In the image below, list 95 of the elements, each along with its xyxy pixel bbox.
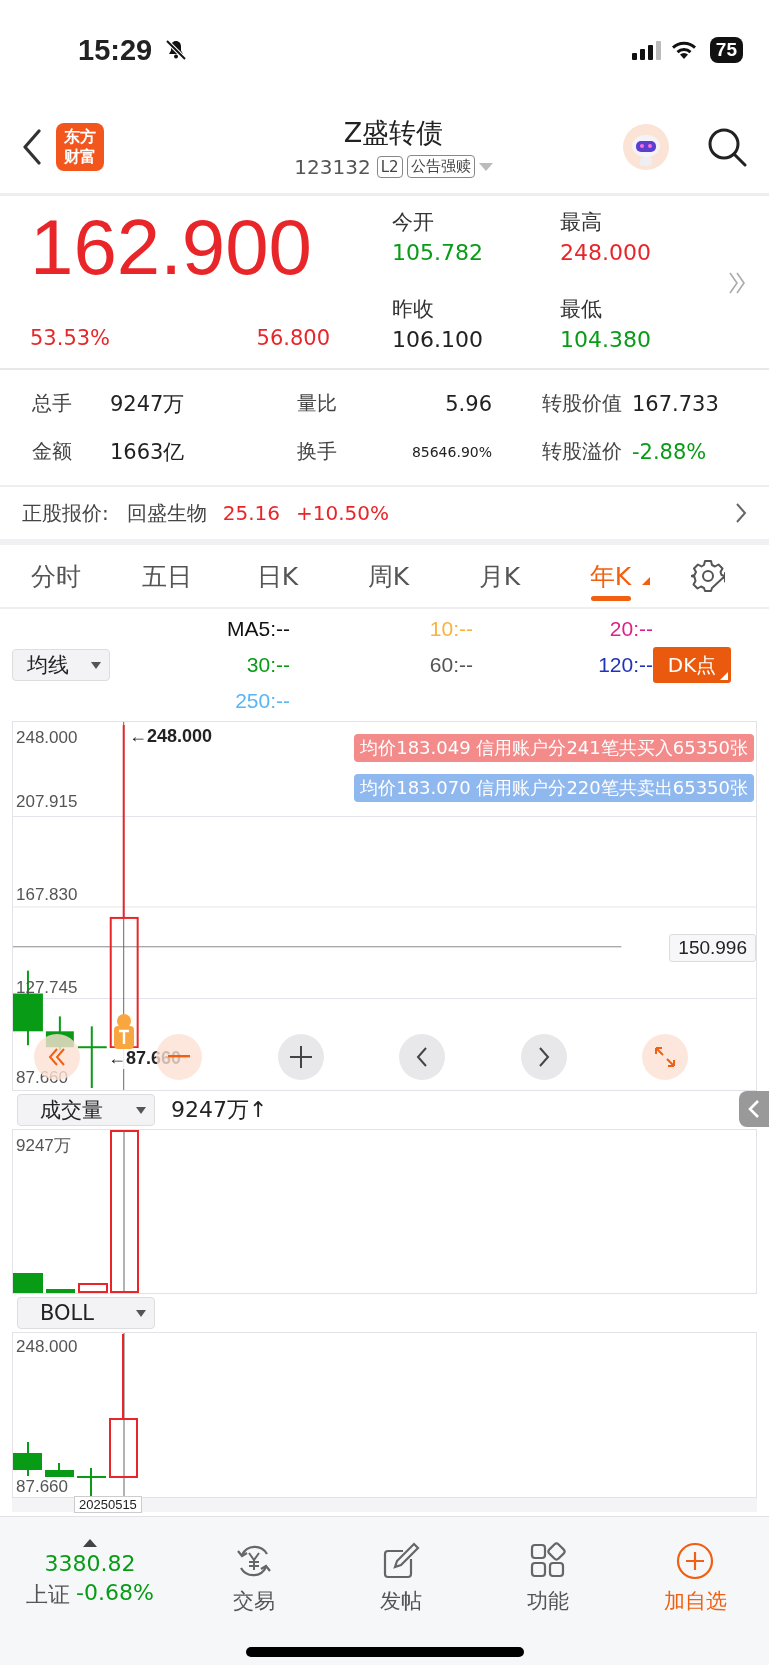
signal-icon: [631, 40, 662, 60]
bottom-nav-item[interactable]: 功能: [474, 1541, 622, 1615]
axis-label: 248.000: [16, 728, 78, 748]
ma-value: MA5:--: [226, 617, 290, 641]
caret-icon: [136, 1106, 146, 1114]
stat-label: 换手: [297, 438, 338, 465]
axis-label: 9247万: [16, 1135, 71, 1157]
caret-icon: [136, 1309, 146, 1317]
ma-value: 250:--: [234, 689, 290, 713]
date-label: 20250515: [74, 1496, 142, 1513]
bond-code: 123132: [294, 154, 371, 179]
field-label: 今开: [392, 209, 435, 236]
underlying-name: 回盛生物: [126, 499, 207, 527]
change-amount: 56.800: [256, 326, 330, 350]
stat-value: 5.96: [444, 391, 492, 416]
trade-banner: 均价183.049 信用账户分241笔共买入65350张: [354, 734, 754, 762]
tag: 公告强赎: [406, 155, 475, 178]
field-value: 248.000: [560, 240, 652, 265]
field-label: 最高: [560, 209, 603, 236]
index-value: 3380.82: [44, 1550, 136, 1576]
chevron-right-icon: [538, 1046, 550, 1068]
wifi-icon: [669, 40, 698, 60]
plus-icon: [290, 1046, 312, 1068]
indicator-dropdown[interactable]: BOLL: [17, 1297, 155, 1329]
zoom-in-button[interactable]: [278, 1034, 324, 1080]
underlying-label: 正股报价:: [22, 499, 109, 527]
period-tab[interactable]: 周K: [333, 545, 444, 607]
stat-label: 量比: [297, 390, 338, 417]
axis-label: 248.000: [16, 1337, 78, 1357]
stat-value: 9247万: [110, 390, 185, 418]
search-icon[interactable]: [707, 126, 747, 167]
ma-value: 30:--: [245, 653, 290, 677]
indicator-dropdown[interactable]: 均线: [12, 649, 110, 681]
stat-value: 1663亿: [110, 438, 185, 466]
ma-value: 120:--: [597, 653, 653, 677]
status-time: 15:29: [78, 33, 153, 67]
index-change: -0.68%: [76, 1579, 154, 1607]
field-value: 104.380: [560, 327, 652, 352]
period-tab[interactable]: 分时: [0, 545, 111, 607]
collapse-tab[interactable]: [739, 1091, 769, 1127]
battery-level: 75: [709, 37, 743, 63]
chevron-left-icon: [416, 1046, 428, 1068]
stat-value: -2.88%: [632, 439, 707, 464]
volume-reading: 9247万↑: [171, 1096, 268, 1124]
caret-up-icon[interactable]: [83, 1538, 97, 1547]
period-tab[interactable]: 月K: [444, 545, 555, 607]
axis-label: 87.660: [16, 1477, 68, 1497]
ma-value: 20:--: [608, 617, 653, 641]
back-icon[interactable]: [22, 128, 42, 165]
underlying-price: 25.16: [222, 501, 280, 525]
bottom-nav-item[interactable]: 发帖: [327, 1541, 475, 1615]
app-logo: 东方财富: [56, 122, 104, 171]
scroll-right-button[interactable]: [521, 1034, 567, 1080]
period-tab[interactable]: 五日: [111, 545, 222, 607]
scroll-left-button[interactable]: [399, 1034, 445, 1080]
double-chevron-left-icon: [47, 1047, 67, 1067]
stat-value: 85646.90%: [410, 443, 492, 460]
price-line-label: 150.996: [669, 934, 756, 962]
period-tab[interactable]: 日K: [222, 545, 333, 607]
fullscreen-button[interactable]: [642, 1034, 688, 1080]
settings-icon[interactable]: [690, 559, 725, 593]
field-value: 105.782: [392, 240, 484, 265]
tag: L2: [376, 155, 403, 178]
t-marker-icon[interactable]: [113, 1014, 135, 1050]
axis-label: 167.830: [16, 885, 78, 905]
ma-value: 60:--: [428, 653, 473, 677]
axis-label: 207.915: [16, 792, 78, 812]
chevron-left-icon: [748, 1099, 760, 1119]
last-price: 162.900: [30, 208, 313, 286]
stat-label: 总手: [32, 390, 72, 417]
ma-value: 10:--: [428, 617, 473, 641]
indicator-dropdown[interactable]: 成交量: [17, 1094, 155, 1126]
chevron-right-icon[interactable]: [735, 502, 747, 524]
field-value: 106.100: [392, 327, 484, 352]
double-chevron-icon[interactable]: [727, 271, 747, 295]
bottom-nav-item[interactable]: 交易: [180, 1541, 328, 1615]
bond-title: Z盛转债: [343, 115, 444, 150]
stat-value: 167.733: [632, 391, 719, 416]
trade-banner: 均价183.070 信用账户分220笔共卖出65350张: [354, 774, 754, 802]
caret-icon: [91, 661, 101, 669]
expand-arrows-icon: [654, 1046, 676, 1068]
index-name: 上证: [26, 1580, 71, 1609]
field-label: 最低: [560, 296, 603, 323]
stat-label: 转股溢价: [542, 438, 622, 465]
axis-label: 87.660: [16, 1068, 68, 1088]
high-price-marker: ←248.000: [129, 726, 213, 747]
plus-circle-icon: [675, 1541, 716, 1581]
stat-label: 转股价值: [542, 390, 622, 417]
robot-avatar-icon[interactable]: [623, 123, 669, 170]
underlying-change: +10.50%: [296, 501, 390, 525]
stat-label: 金额: [32, 438, 72, 465]
bell-muted-icon: [164, 38, 189, 62]
field-label: 昨收: [392, 296, 435, 323]
change-percent: 53.53%: [30, 326, 111, 350]
dk-point-button[interactable]: DK点: [653, 647, 731, 683]
